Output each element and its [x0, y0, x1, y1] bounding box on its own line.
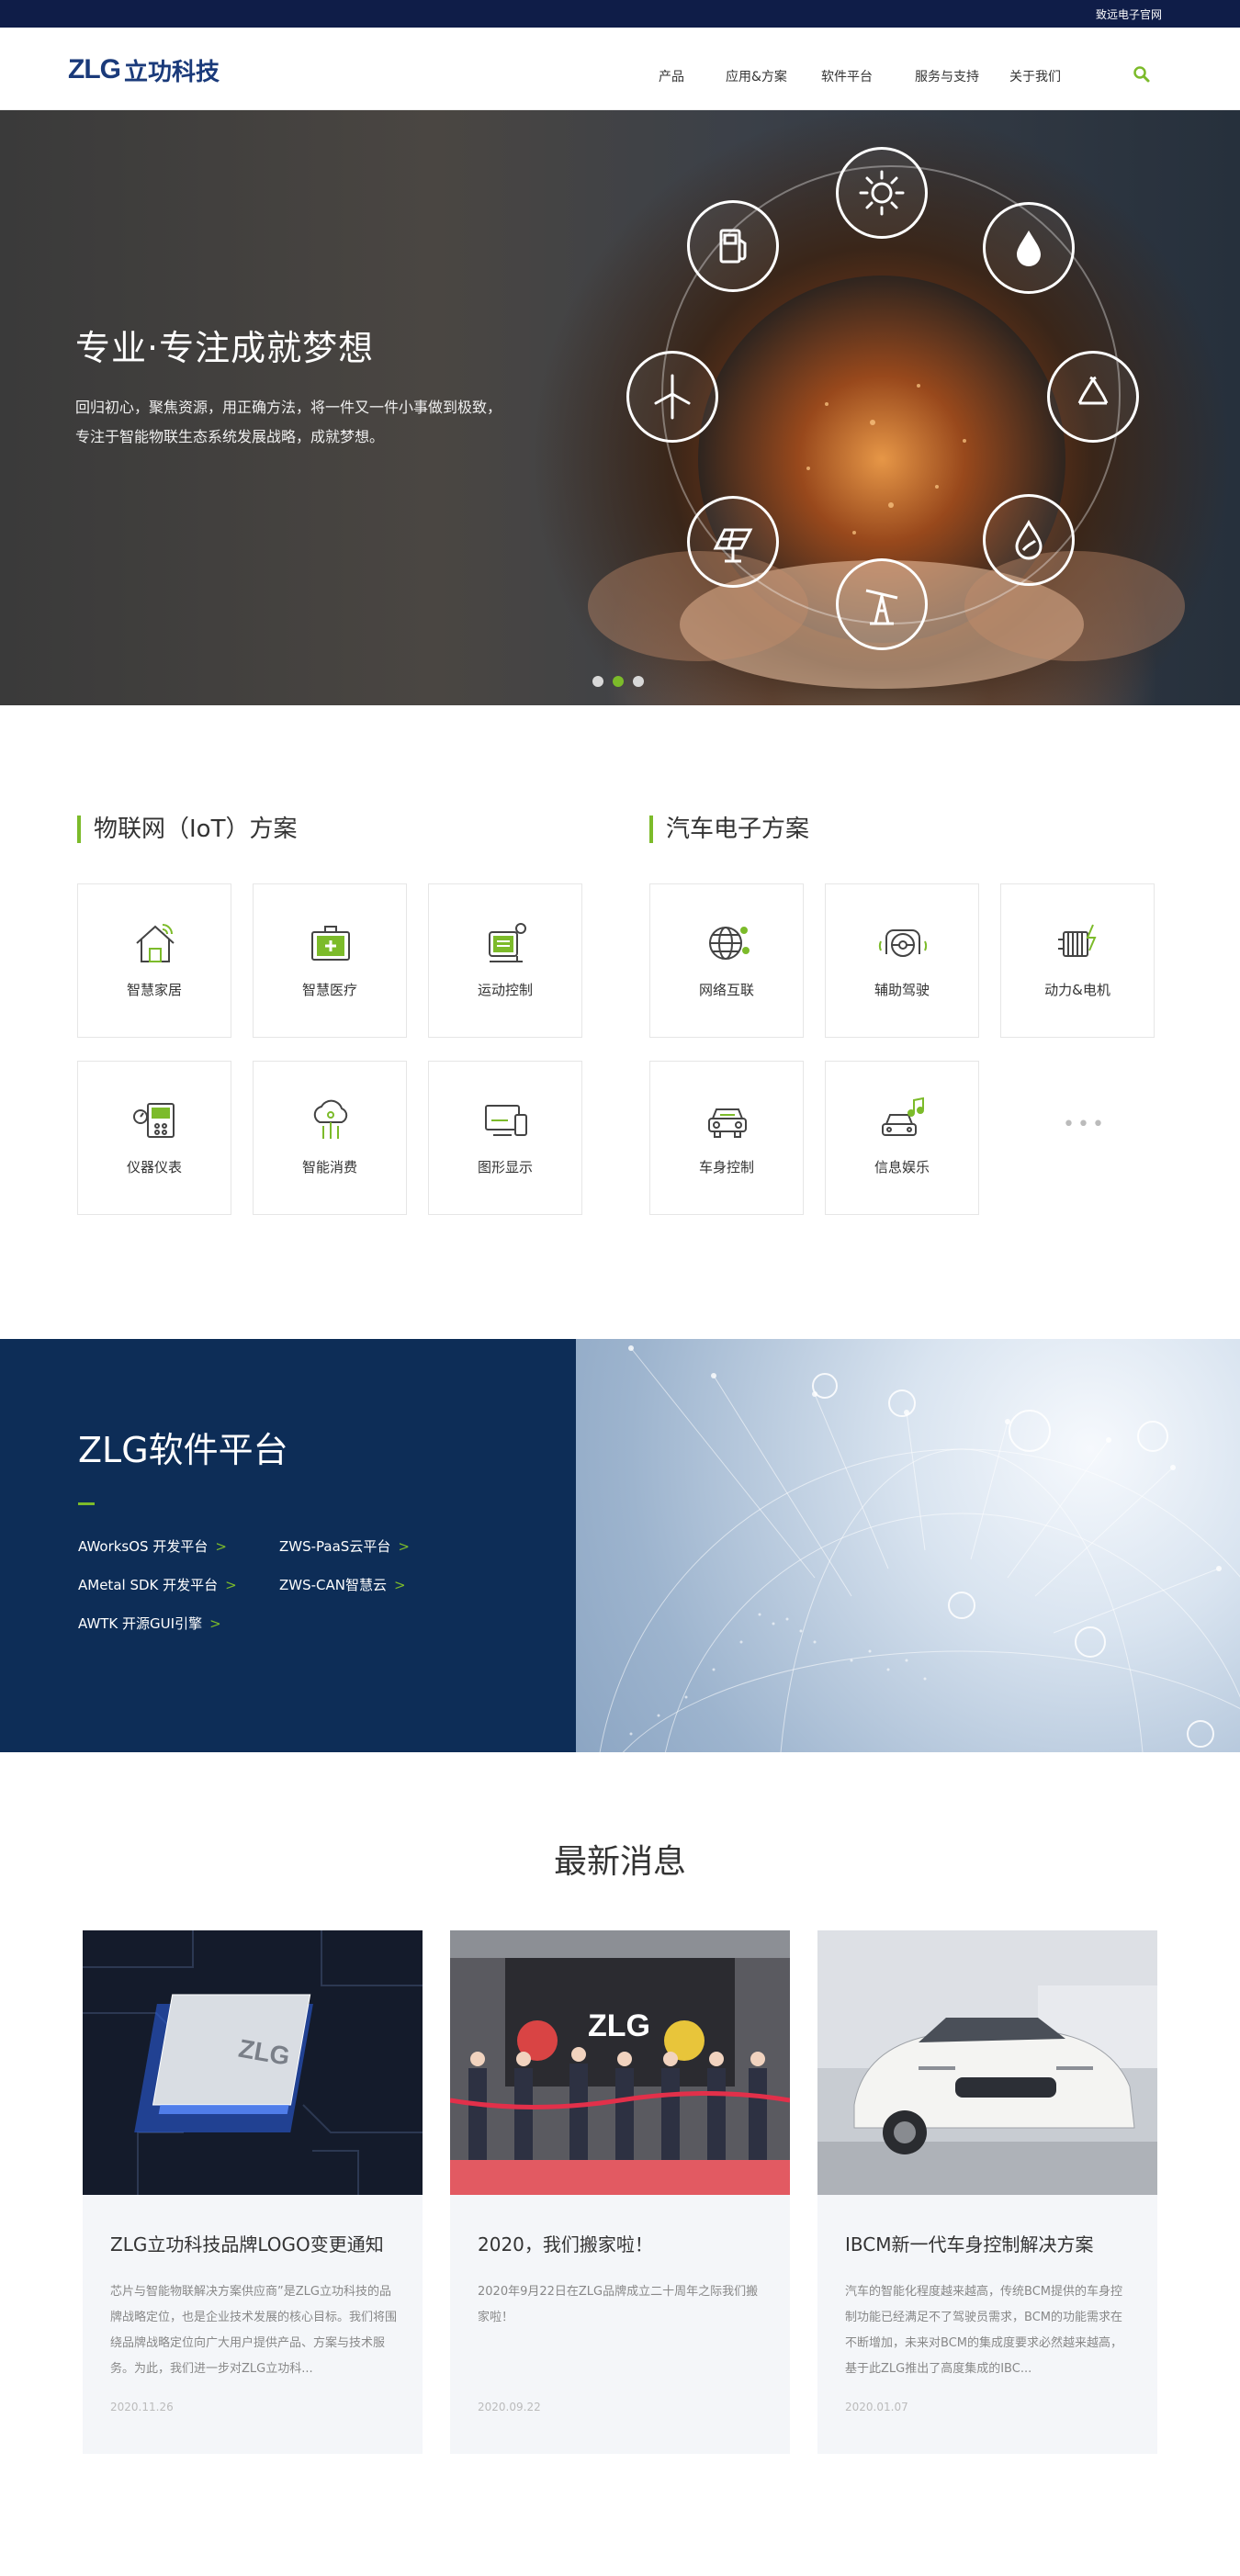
auto-section-title: 汽车电子方案: [649, 816, 809, 843]
iot-card-medical[interactable]: 智慧医疗: [253, 883, 407, 1038]
iot-card-consumer[interactable]: 智能消费: [253, 1061, 407, 1215]
nav-software[interactable]: 软件平台: [821, 67, 873, 85]
software-globe-image: [576, 1339, 1240, 1752]
hero-description: 回归初心，聚焦资源，用正确方法，将一件又一件小事做到极致， 专注于智能物联生态系…: [75, 393, 590, 452]
site-header: ZLG 立功科技 产品 应用&方案 软件平台 服务与支持 关于我们: [0, 28, 1240, 110]
motion-control-icon: [489, 923, 526, 962]
hero-desc-line2: 专注于智能物联生态系统发展战略，成就梦想。: [75, 428, 385, 445]
cloud-consumer-icon: [313, 1099, 348, 1139]
news-heading: 最新消息: [553, 1843, 686, 1881]
card-label: 智能消费: [301, 1159, 357, 1176]
search-icon[interactable]: [1133, 65, 1151, 84]
nav-applications[interactable]: 应用&方案: [726, 67, 787, 85]
software-title: ZLG软件平台: [78, 1430, 288, 1470]
auto-card-infotainment[interactable]: 信息娱乐: [825, 1061, 979, 1215]
display-devices-icon: [485, 1105, 527, 1136]
card-label: 车身控制: [698, 1159, 754, 1176]
card-label: 信息娱乐: [874, 1159, 930, 1176]
oil-pump-icon: [836, 558, 928, 650]
hero-title: 专业·专注成就梦想: [75, 328, 375, 368]
news-image-chip: ZLG: [83, 1930, 423, 2195]
hero-desc-line1: 回归初心，聚焦资源，用正确方法，将一件又一件小事做到极致，: [75, 399, 502, 416]
news-card-moving[interactable]: ZLG 2020，我们搬家啦！ 2020年9月22日在ZLG品牌成立二十周年之际…: [450, 1930, 790, 2454]
instrument-icon: [133, 1103, 175, 1138]
news-date: 2020.01.07: [845, 2401, 908, 2413]
link-ametal-sdk[interactable]: AMetal SDK 开发平台 >: [78, 1575, 237, 1594]
slide-dot-1[interactable]: [592, 676, 603, 687]
wind-turbine-icon: [626, 351, 718, 443]
software-panel: ZLG软件平台 AWorksOS 开发平台 > ZWS-PaaS云平台 > AMet…: [0, 1339, 576, 1752]
auto-card-assist[interactable]: 辅助驾驶: [825, 883, 979, 1038]
nav-about[interactable]: 关于我们: [1009, 67, 1061, 85]
news-image-car: [817, 1930, 1157, 2195]
news-description: 芯片与智能物联解决方案供应商”是ZLG立功科技的品牌战略定位，也是企业技术发展的…: [110, 2285, 397, 2376]
sun-icon: [836, 147, 928, 239]
link-zws-paas[interactable]: ZWS-PaaS云平台 >: [279, 1536, 410, 1556]
news-image-ceremony: ZLG: [450, 1930, 790, 2195]
recycle-icon: [1047, 351, 1139, 443]
water-drop-icon: [983, 202, 1075, 294]
title-accent-bar: [78, 1502, 95, 1505]
hero-banner: 专业·专注成就梦想 回归初心，聚焦资源，用正确方法，将一件又一件小事做到极致， …: [0, 110, 1240, 705]
slide-dot-3[interactable]: [633, 676, 644, 687]
news-title[interactable]: IBCM新一代车身控制解决方案: [845, 2230, 1139, 2256]
nav-support[interactable]: 服务与支持: [915, 67, 979, 85]
steering-wheel-icon: [878, 929, 928, 957]
car-music-icon: [882, 1097, 924, 1136]
car-body-icon: [708, 1108, 747, 1138]
network-globe-art: [599, 1345, 1240, 1752]
link-aworksos[interactable]: AWorksOS 开发平台 >: [78, 1536, 227, 1556]
iot-card-smart-home[interactable]: 智慧家居: [77, 883, 231, 1038]
network-globe-icon: [709, 927, 750, 960]
news-card-logo[interactable]: ZLG ZLG立功科技品牌LOGO变更通知 芯片与智能物联解决方案供应商”是ZL…: [83, 1930, 423, 2454]
auto-card-body[interactable]: 车身控制: [649, 1061, 804, 1215]
card-label: 图形显示: [477, 1159, 533, 1176]
card-label: 辅助驾驶: [874, 982, 930, 998]
news-description: 汽车的智能化程度越来越高，传统BCM提供的车身控制功能已经满足不了驾驶员需求，B…: [845, 2285, 1122, 2376]
iot-card-instrument[interactable]: 仪器仪表: [77, 1061, 231, 1215]
card-label: 仪器仪表: [126, 1159, 182, 1176]
link-zws-can[interactable]: ZWS-CAN智慧云 >: [279, 1575, 406, 1594]
fuel-pump-icon: [687, 200, 779, 292]
card-label: 运动控制: [477, 982, 533, 998]
news-date: 2020.09.22: [478, 2401, 541, 2413]
card-label: 智慧医疗: [301, 982, 357, 998]
card-label: 网络互联: [698, 982, 754, 998]
slide-dot-2[interactable]: [613, 676, 624, 687]
svg-text:ZLG: ZLG: [588, 2008, 650, 2043]
link-awtk[interactable]: AWTK 开源GUI引擎 >: [78, 1614, 221, 1633]
news-title[interactable]: ZLG立功科技品牌LOGO变更通知: [110, 2230, 404, 2256]
software-platform-section: ZLG软件平台 AWorksOS 开发平台 > ZWS-PaaS云平台 > AMet…: [0, 1339, 1240, 1752]
zhiyuan-site-link[interactable]: 致远电子官网: [1096, 6, 1162, 22]
more-solutions-dots[interactable]: •••: [1063, 1113, 1107, 1136]
main-nav: 产品 应用&方案 软件平台 服务与支持 关于我们: [0, 67, 1240, 85]
top-strip: 致远电子官网: [0, 0, 1240, 28]
iot-card-display[interactable]: 图形显示: [428, 1061, 582, 1215]
news-card-ibcm[interactable]: IBCM新一代车身控制解决方案 汽车的智能化程度越来越高，传统BCM提供的车身控…: [817, 1930, 1157, 2454]
iot-section-title: 物联网（IoT）方案: [77, 816, 297, 843]
auto-card-network[interactable]: 网络互联: [649, 883, 804, 1038]
nav-products[interactable]: 产品: [659, 67, 684, 85]
iot-card-motion[interactable]: 运动控制: [428, 883, 582, 1038]
card-label: 智慧家居: [126, 982, 182, 998]
news-description: 2020年9月22日在ZLG品牌成立二十周年之际我们搬家啦！: [478, 2285, 759, 2324]
solar-panel-icon: [687, 496, 779, 588]
leaf-drop-icon: [983, 494, 1075, 586]
news-title[interactable]: 2020，我们搬家啦！: [478, 2230, 772, 2256]
smart-home-icon: [136, 924, 175, 962]
card-label: 动力&电机: [1044, 982, 1110, 998]
auto-card-power[interactable]: 动力&电机: [1000, 883, 1155, 1038]
medical-kit-icon: [311, 926, 350, 961]
battery-motor-icon: [1058, 924, 1097, 957]
news-date: 2020.11.26: [110, 2401, 174, 2413]
